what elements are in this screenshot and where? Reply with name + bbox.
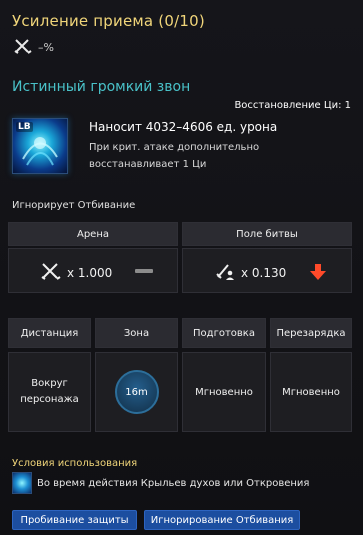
zone-value: 16m xyxy=(125,386,148,398)
crossed-swords-icon xyxy=(41,262,61,283)
recharge-value-cell: Мгновенно xyxy=(270,352,352,432)
ignore-parry: Игнорирует Отбивание xyxy=(12,200,136,211)
sword-person-icon xyxy=(215,262,235,283)
recharge-header: Перезарядка xyxy=(270,318,352,348)
range-header: Дистанция xyxy=(8,318,91,348)
cast-value-cell: Мгновенно xyxy=(182,352,266,432)
skill-tooltip: Усиление приема (0/10) –% Истинный громк… xyxy=(0,0,363,535)
field-multiplier: x 0.130 xyxy=(241,265,287,280)
zone-value-cell: 16m xyxy=(95,352,178,432)
range-value: Вокруг персонажа xyxy=(20,378,79,405)
no-change-indicator xyxy=(135,269,153,273)
zone-header: Зона xyxy=(95,318,178,348)
crit-line-1: При крит. атаке дополнительно xyxy=(89,142,260,153)
field-header: Поле битвы xyxy=(182,222,352,246)
spirit-wings-icon xyxy=(12,472,32,494)
arena-header: Арена xyxy=(8,222,178,246)
enhancement-title: Усиление приема (0/10) xyxy=(12,12,205,30)
arena-value-cell: x 1.000 xyxy=(8,248,178,293)
skill-name: Истинный громкий звон xyxy=(12,79,191,95)
zone-radius-badge: 16m xyxy=(114,370,159,414)
condition-item: Во время действия Крыльев духов или Откр… xyxy=(12,472,309,494)
qi-recovery: Восстановление Ци: 1 xyxy=(234,100,351,111)
cast-header: Подготовка xyxy=(182,318,266,348)
range-value-cell: Вокруг персонажа xyxy=(8,352,91,432)
arena-multiplier: x 1.000 xyxy=(67,265,113,280)
field-value-cell: x 0.130 xyxy=(182,248,352,293)
crossed-swords-icon xyxy=(14,38,32,57)
conditions-title: Условия использования xyxy=(12,458,138,469)
enhancement-bonus-value: –% xyxy=(38,41,54,54)
down-arrow-icon xyxy=(309,263,327,285)
skill-damage: Наносит 4032–4606 ед. урона xyxy=(89,120,278,134)
recharge-value: Мгновенно xyxy=(282,386,340,398)
condition-text: Во время действия Крыльев духов или Откр… xyxy=(37,477,310,489)
cast-value: Мгновенно xyxy=(195,386,253,398)
tag-ignore-parry: Игнорирование Отбивания xyxy=(144,510,300,530)
crit-line-2: восстанавливает 1 Ци xyxy=(89,159,207,170)
skill-icon: LB xyxy=(12,118,68,174)
skill-crit-bonus: При крит. атаке дополнительно восстанавл… xyxy=(89,139,289,173)
enhancement-bonus: –% xyxy=(14,38,54,57)
tag-defense-penetration: Пробивание защиты xyxy=(12,510,137,530)
